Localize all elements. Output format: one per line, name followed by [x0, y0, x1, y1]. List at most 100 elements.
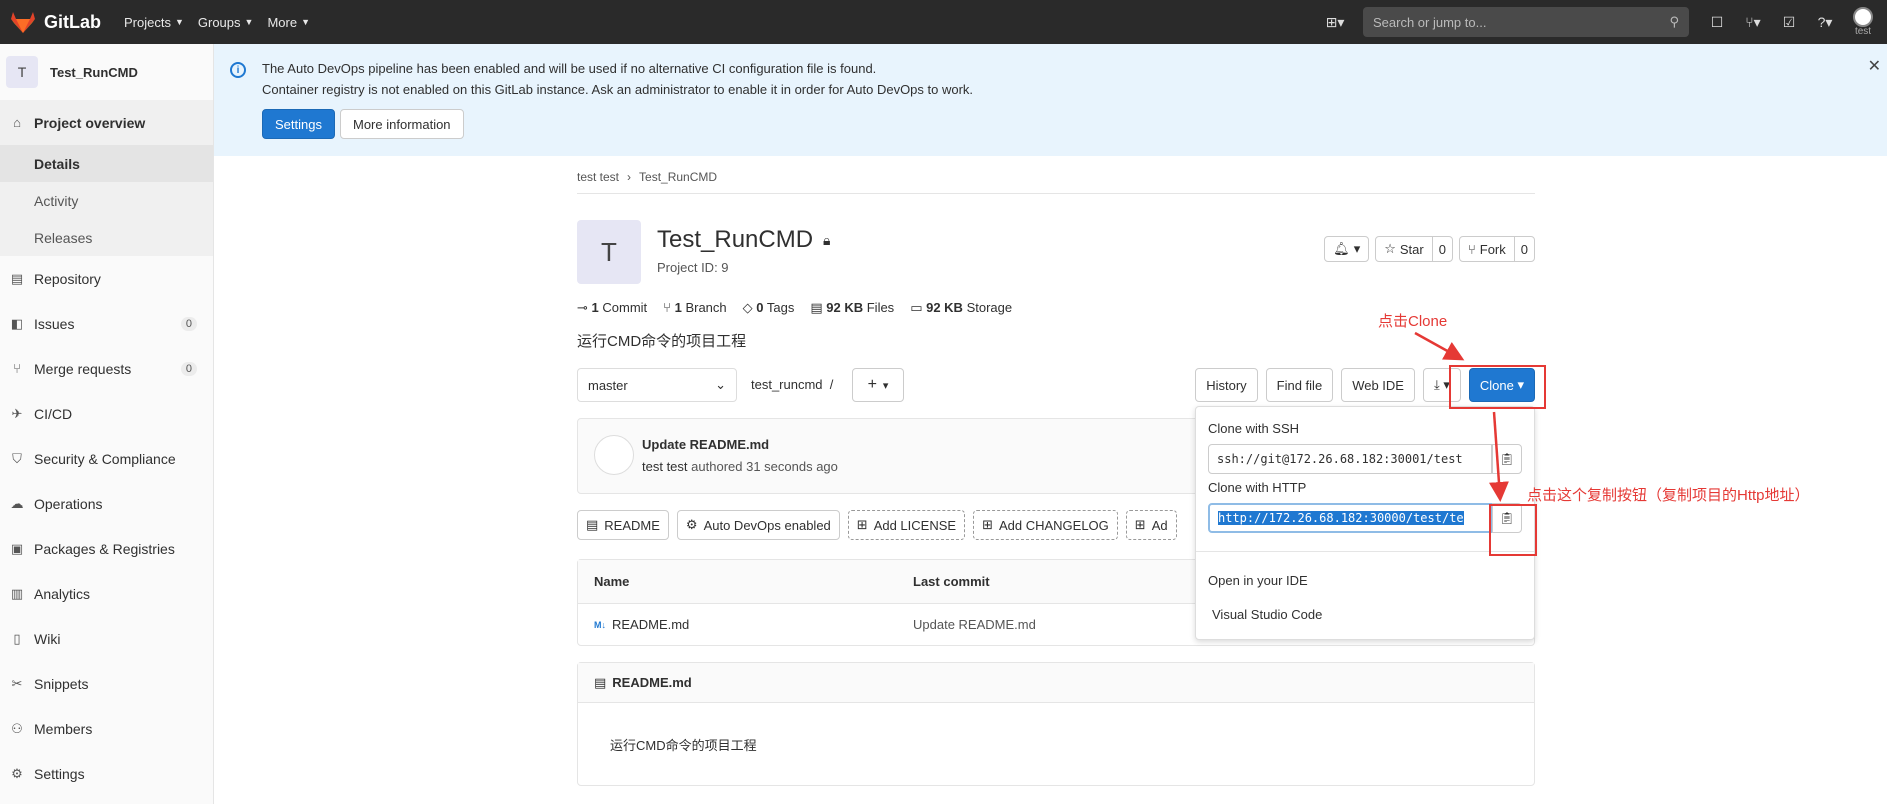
readme-filename[interactable]: README.md [612, 675, 691, 690]
nav-more-label: More [267, 14, 298, 30]
fork-count[interactable]: 0 [1513, 237, 1534, 261]
file-icon: ▤ [810, 300, 827, 315]
breadcrumb-project[interactable]: Test_RunCMD [639, 170, 717, 184]
open-in-ide-title: Open in your IDE [1208, 573, 1308, 588]
star-button[interactable]: ☆ Star 0 [1375, 236, 1453, 262]
file-icon: ▤ [586, 517, 599, 532]
commit-icon: ⊸ [577, 300, 592, 315]
stat-commits[interactable]: ⊸ 1 Commit [577, 300, 647, 316]
file-last-commit[interactable]: Update README.md [913, 617, 1036, 632]
sidebar-item-issues[interactable]: ◧ Issues 0 [0, 301, 213, 346]
breadcrumb-namespace[interactable]: test test [577, 170, 619, 184]
add-license-button[interactable]: ⊞ Add LICENSE [847, 510, 966, 540]
sidebar-item-snippets[interactable]: ✂ Snippets [0, 661, 213, 706]
notification-button[interactable]: 🔔︎ ▾ [1324, 236, 1370, 262]
issues-nav-icon[interactable]: ☐ [1699, 0, 1735, 44]
book-icon: ▯ [13, 630, 21, 646]
sidebar-item-members[interactable]: ⚇ Members [0, 706, 213, 751]
avatar[interactable] [594, 435, 634, 475]
sidebar-item-repository[interactable]: ▤ Repository [0, 256, 213, 301]
sidebar-item-project-overview[interactable]: ⌂ Project overview [0, 100, 213, 145]
clone-dropdown: Clone with SSH ssh://git@172.26.68.182:3… [1195, 406, 1535, 640]
find-file-button[interactable]: Find file [1265, 368, 1334, 402]
commit-author[interactable]: test test [642, 459, 688, 474]
merge-requests-count-badge: 0 [180, 361, 197, 376]
clone-ssh-label: Clone with SSH [1208, 421, 1300, 436]
sidebar-subitem-details[interactable]: Details [0, 145, 213, 182]
close-icon[interactable]: ✕ [1868, 56, 1881, 76]
sidebar-item-analytics[interactable]: ▥ Analytics [0, 571, 213, 616]
project-avatar-large: T [577, 220, 641, 284]
sidebar-item-ci-cd[interactable]: ✈ CI/CD [0, 391, 213, 436]
doc-icon: ▤ [10, 270, 24, 286]
sidebar-subitem-label: Releases [34, 229, 93, 246]
alert-message-2: Container registry is not enabled on thi… [262, 82, 974, 97]
nav-projects[interactable]: Projects ▼ [124, 15, 184, 30]
star-icon: ☆ [1384, 241, 1396, 256]
search-input[interactable]: Search or jump to... ⚲ [1363, 7, 1689, 37]
nav-groups[interactable]: Groups ▼ [198, 15, 254, 30]
avatar [1853, 7, 1873, 27]
sidebar-item-packages[interactable]: ▣ Packages & Registries [0, 526, 213, 571]
stat-files[interactable]: ▤ 92 KB Files [810, 300, 894, 316]
fork-label: Fork [1479, 241, 1506, 257]
plus-box-icon: ⊞ [1134, 517, 1146, 532]
new-item-icon[interactable]: ⊞▾ [1317, 0, 1353, 44]
commit-meta: test test authored 31 seconds ago [642, 459, 838, 474]
auto-devops-badge[interactable]: ⚙ Auto DevOps enabled [676, 510, 840, 540]
project-avatar: T [6, 56, 38, 88]
web-ide-button[interactable]: Web IDE [1341, 368, 1415, 402]
stat-number: 1 [591, 300, 599, 315]
alert-settings-button[interactable]: Settings [262, 109, 335, 139]
add-file-button[interactable]: + ▾ [852, 368, 904, 402]
nav-more[interactable]: More ▼ [267, 15, 310, 30]
readme-badge[interactable]: ▤ README [577, 510, 669, 540]
commit-title[interactable]: Update README.md [642, 437, 769, 452]
help-icon[interactable]: ?▾ [1807, 0, 1843, 44]
gitlab-brand[interactable]: GitLab [0, 10, 110, 34]
clone-ssh-field[interactable]: ssh://git@172.26.68.182:30001/test [1208, 444, 1492, 474]
fork-icon: ⑂ [1467, 241, 1476, 257]
alert-more-info-button[interactable]: More information [340, 109, 464, 139]
repo-path-name[interactable]: test_runcmd [751, 377, 823, 392]
stat-number: 1 [674, 300, 682, 315]
search-placeholder: Search or jump to... [1373, 14, 1487, 30]
readme-panel: ▤ README.md 运行CMD命令的项目工程 [577, 662, 1535, 786]
star-count[interactable]: 0 [1431, 237, 1452, 261]
sidebar-item-label: Snippets [34, 675, 89, 692]
issues-icon: ◧ [10, 315, 24, 331]
badge-label: Add LICENSE [873, 517, 957, 533]
sidebar-project-header[interactable]: T Test_RunCMD [0, 44, 213, 100]
main-content: test test › Test_RunCMD T Test_RunCMD 🔒︎… [577, 169, 1535, 786]
sidebar-item-wiki[interactable]: ▯ Wiki [0, 616, 213, 661]
merge-requests-nav-icon[interactable]: ⑂▾ [1735, 0, 1771, 44]
clone-http-value: http://172.26.68.182:30000/test/te [1218, 511, 1464, 525]
sidebar-item-label: Wiki [34, 630, 61, 647]
sidebar-item-settings[interactable]: ⚙ Settings [0, 751, 213, 796]
history-button[interactable]: History [1195, 368, 1258, 402]
chevron-down-icon: ▼ [244, 17, 254, 27]
chevron-right-icon: › [627, 169, 632, 184]
sidebar-item-operations[interactable]: ☁ Operations [0, 481, 213, 526]
fork-button[interactable]: ⑂ Fork 0 [1458, 236, 1535, 262]
branch-select[interactable]: master ⌄ [577, 368, 737, 402]
sidebar-item-security[interactable]: ⛉ Security & Compliance [0, 436, 213, 481]
todo-icon[interactable]: ☑ [1771, 0, 1807, 44]
sidebar-item-merge-requests[interactable]: ⑂ Merge requests 0 [0, 346, 213, 391]
add-changelog-button[interactable]: ⊞ Add CHANGELOG [973, 510, 1118, 540]
stat-branches[interactable]: ⑂ 1 Branch [663, 300, 726, 316]
copy-ssh-button[interactable]: 📋︎ [1492, 444, 1522, 474]
user-menu[interactable]: test [1853, 7, 1873, 37]
badge-label: Ad [1151, 517, 1168, 533]
sidebar-subitem-activity[interactable]: Activity [0, 182, 213, 219]
sidebar-subitem-releases[interactable]: Releases [0, 219, 213, 256]
open-in-vscode-item[interactable]: Visual Studio Code [1212, 607, 1322, 622]
clipboard-icon: 📋︎ [1499, 452, 1515, 466]
file-name-cell[interactable]: M↓ README.md [594, 617, 689, 632]
add-more-button[interactable]: ⊞ Ad [1125, 510, 1177, 540]
clone-http-field[interactable]: http://172.26.68.182:30000/test/te [1208, 503, 1492, 533]
stat-storage[interactable]: ▭ 92 KB Storage [910, 300, 1012, 316]
stat-tags[interactable]: ◇ 0 Tags [743, 300, 795, 316]
chevron-down-icon: ⌄ [715, 377, 726, 392]
sidebar-item-label: Settings [34, 765, 85, 782]
